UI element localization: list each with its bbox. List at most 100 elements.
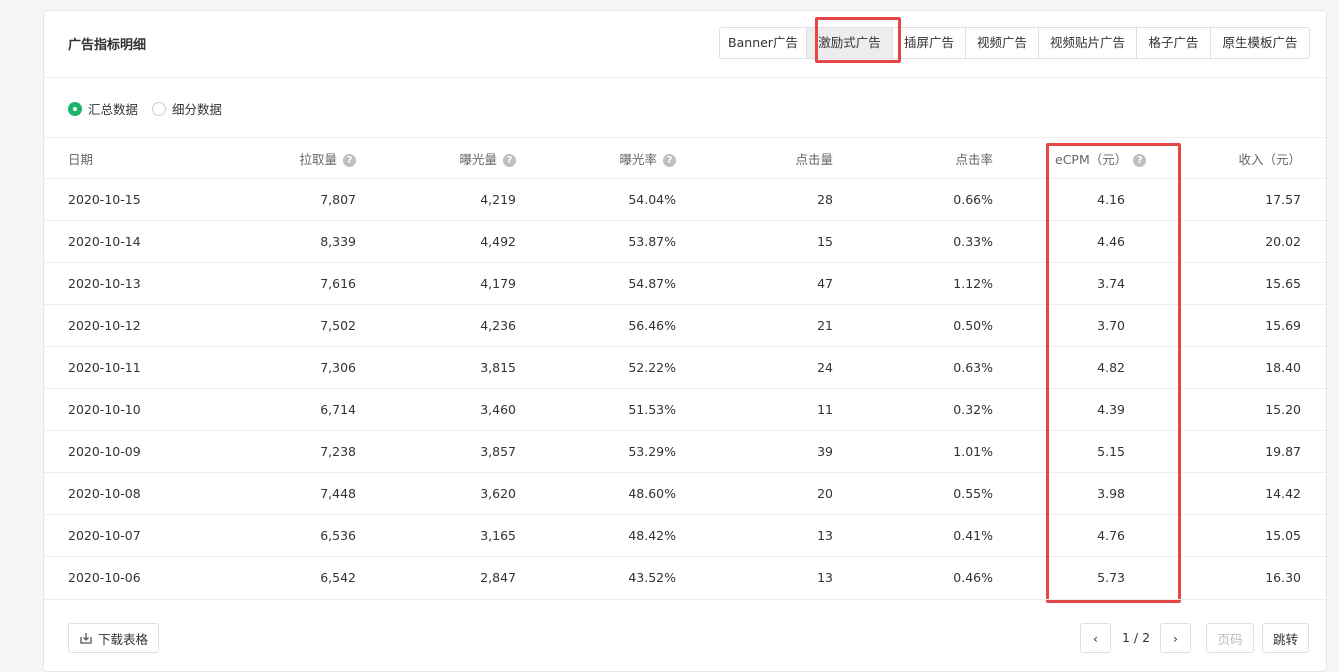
cell-requests: 6,542: [202, 556, 356, 599]
col-impression-rate-label: 曝光率: [619, 151, 657, 167]
col-revenue-label: 收入（元）: [1238, 151, 1301, 167]
cell-ctr: 0.50%: [833, 304, 993, 347]
cell-impressions: 4,236: [356, 304, 516, 347]
radio-detail[interactable]: 细分数据: [152, 99, 222, 118]
page-input-placeholder: 页码: [1217, 631, 1243, 647]
tab-native-template[interactable]: 原生模板广告: [1211, 28, 1309, 58]
tab-video[interactable]: 视频广告: [966, 28, 1039, 58]
cell-impression-rate: 43.52%: [516, 556, 676, 599]
tab-interstitial[interactable]: 插屏广告: [893, 28, 966, 58]
cell-impression-rate: 48.60%: [516, 472, 676, 515]
cell-date: 2020-10-08: [44, 472, 202, 515]
cell-ctr: 0.41%: [833, 514, 993, 557]
cell-requests: 8,339: [202, 220, 356, 263]
data-mode-radios: 汇总数据 细分数据: [68, 99, 236, 118]
radio-checked-icon: [68, 101, 82, 116]
tab-video-patch[interactable]: 视频贴片广告: [1039, 28, 1137, 58]
col-clicks-label: 点击量: [795, 151, 833, 167]
help-icon[interactable]: ?: [503, 153, 516, 167]
cell-requests: 6,536: [202, 514, 356, 557]
cell-impressions: 3,620: [356, 472, 516, 515]
cell-impression-rate: 53.29%: [516, 430, 676, 473]
radio-detail-label: 细分数据: [172, 102, 223, 117]
card-title: 广告指标明细: [68, 38, 147, 53]
next-page-button[interactable]: ›: [1160, 623, 1191, 653]
cell-requests: 7,238: [202, 430, 356, 473]
cell-date: 2020-10-11: [44, 346, 202, 389]
cell-requests: 7,448: [202, 472, 356, 515]
cell-clicks: 24: [676, 346, 833, 389]
cell-clicks: 28: [676, 178, 833, 221]
col-date: 日期: [44, 137, 202, 179]
col-clicks: 点击量: [676, 137, 833, 179]
prev-page-button[interactable]: ‹: [1080, 623, 1111, 653]
cell-impressions: 4,219: [356, 178, 516, 221]
cell-requests: 6,714: [202, 388, 356, 431]
cell-impressions: 3,460: [356, 388, 516, 431]
jump-label: 跳转: [1272, 631, 1298, 647]
cell-date: 2020-10-09: [44, 430, 202, 473]
cell-date: 2020-10-06: [44, 556, 202, 599]
radio-summary[interactable]: 汇总数据: [68, 99, 138, 118]
ad-metrics-card: 广告指标明细 Banner广告 激励式广告 插屏广告 视频广告 视频贴片广告 格…: [43, 10, 1327, 672]
cell-ctr: 0.55%: [833, 472, 993, 515]
col-requests: 拉取量?: [202, 137, 356, 179]
cell-ctr: 0.33%: [833, 220, 993, 263]
radio-summary-label: 汇总数据: [88, 102, 139, 117]
chevron-right-icon: ›: [1173, 630, 1178, 646]
radio-unchecked-icon: [152, 101, 167, 116]
tab-grid[interactable]: 格子广告: [1137, 28, 1211, 58]
cell-impressions: 3,165: [356, 514, 516, 557]
cell-requests: 7,306: [202, 346, 356, 389]
cell-clicks: 11: [676, 388, 833, 431]
col-impressions: 曝光量?: [356, 137, 516, 179]
cell-impressions: 4,179: [356, 262, 516, 305]
col-ctr: 点击率: [833, 137, 993, 179]
ad-type-tabs: Banner广告 激励式广告 插屏广告 视频广告 视频贴片广告 格子广告 原生模…: [719, 27, 1310, 59]
cell-impression-rate: 53.87%: [516, 220, 676, 263]
cell-impression-rate: 54.87%: [516, 262, 676, 305]
cell-impression-rate: 48.42%: [516, 514, 676, 557]
col-date-label: 日期: [68, 151, 94, 167]
cell-impression-rate: 54.04%: [516, 178, 676, 221]
download-icon: [80, 633, 92, 644]
cell-impressions: 2,847: [356, 556, 516, 599]
cell-clicks: 39: [676, 430, 833, 473]
help-icon[interactable]: ?: [663, 153, 676, 167]
col-impression-rate: 曝光率?: [516, 137, 676, 179]
page-number-input[interactable]: 页码: [1206, 623, 1254, 653]
tab-banner[interactable]: Banner广告: [720, 28, 807, 58]
cell-date: 2020-10-12: [44, 304, 202, 347]
cell-impression-rate: 51.53%: [516, 388, 676, 431]
cell-ctr: 0.63%: [833, 346, 993, 389]
col-ctr-label: 点击率: [955, 151, 993, 167]
cell-ctr: 1.12%: [833, 262, 993, 305]
cell-clicks: 13: [676, 514, 833, 557]
chevron-left-icon: ‹: [1093, 630, 1098, 646]
cell-requests: 7,807: [202, 178, 356, 221]
cell-clicks: 20: [676, 472, 833, 515]
cell-date: 2020-10-07: [44, 514, 202, 557]
cell-requests: 7,616: [202, 262, 356, 305]
table-bottom-divider: [44, 599, 1326, 600]
cell-ctr: 0.32%: [833, 388, 993, 431]
cell-impression-rate: 56.46%: [516, 304, 676, 347]
ecpm-highlight-box: [1046, 143, 1181, 603]
cell-clicks: 13: [676, 556, 833, 599]
cell-date: 2020-10-13: [44, 262, 202, 305]
jump-button[interactable]: 跳转: [1262, 623, 1309, 653]
download-label: 下载表格: [97, 631, 148, 647]
cell-impressions: 4,492: [356, 220, 516, 263]
cell-impressions: 3,857: [356, 430, 516, 473]
header-divider: [44, 77, 1326, 78]
download-table-button[interactable]: 下载表格: [68, 623, 159, 653]
cell-ctr: 0.66%: [833, 178, 993, 221]
help-icon[interactable]: ?: [343, 153, 356, 167]
cell-impressions: 3,815: [356, 346, 516, 389]
col-requests-label: 拉取量: [299, 151, 337, 167]
cell-clicks: 21: [676, 304, 833, 347]
cell-impression-rate: 52.22%: [516, 346, 676, 389]
col-impressions-label: 曝光量: [459, 151, 497, 167]
cell-requests: 7,502: [202, 304, 356, 347]
cell-clicks: 15: [676, 220, 833, 263]
